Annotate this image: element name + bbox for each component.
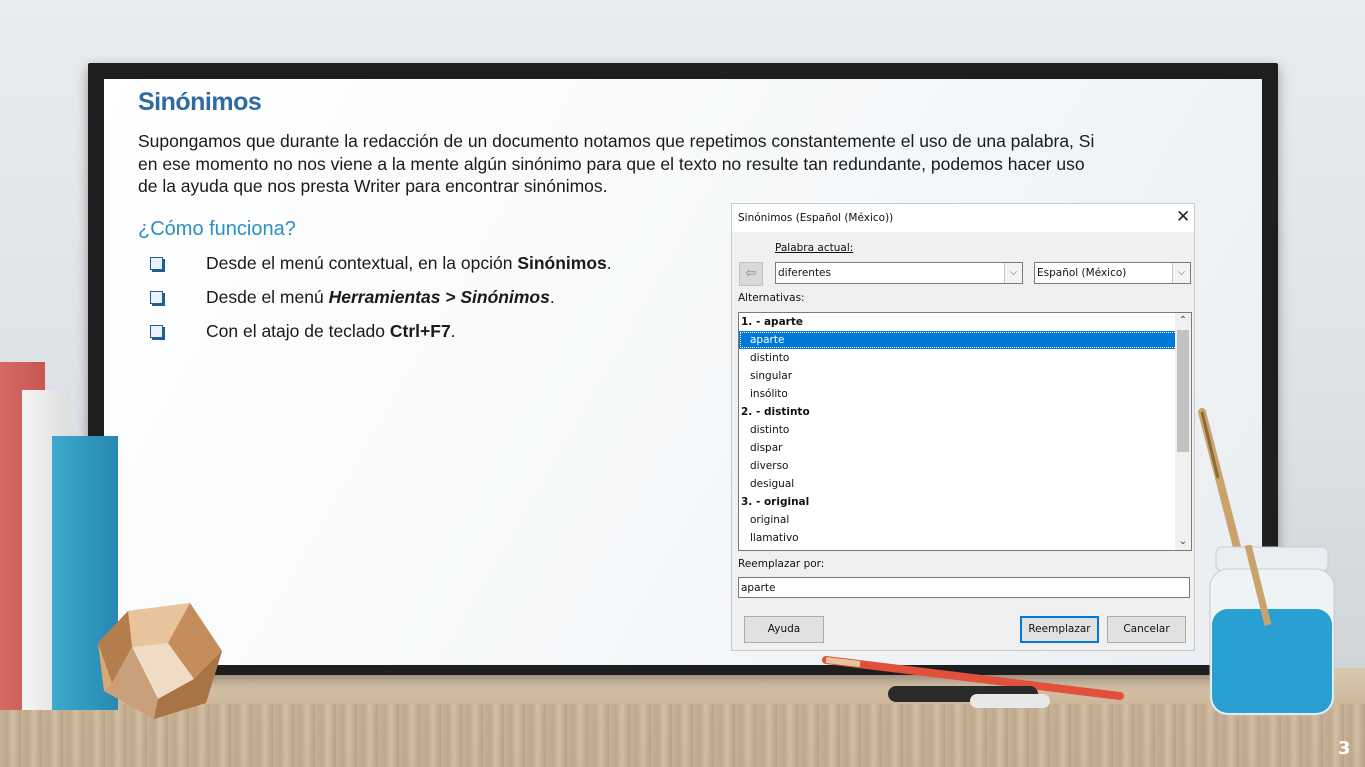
slide-title: Sinónimos [138,88,262,116]
language-value: Español (México) [1037,267,1127,279]
alternatives-label: Alternativas: [738,292,805,304]
pencils-decoration [822,656,1124,708]
thesaurus-dialog: Sinónimos (Español (México)) ✕ Palabra a… [731,203,1195,651]
checkbox-bullet-icon [150,325,163,338]
list-item-selected[interactable]: aparte [739,331,1184,349]
chevron-down-icon[interactable]: ⌵ [1172,263,1190,283]
vertical-scrollbar[interactable]: ⌃ ⌄ [1175,313,1191,550]
replace-with-label: Reemplazar por: [738,558,825,570]
list-item[interactable]: diverso [739,457,1184,475]
current-word-combobox[interactable]: diferentes ⌵ [775,262,1023,284]
list-group-header[interactable]: 1. - aparte [739,313,1175,331]
water-jar-decoration [1209,545,1335,716]
bullet-text: Con el atajo de teclado Ctrl+F7. [206,321,456,341]
list-item[interactable]: original [739,511,1184,529]
list-group-header[interactable]: 2. - distinto [739,403,1175,421]
replace-button[interactable]: Reemplazar [1020,616,1099,643]
checkbox-bullet-icon [150,257,163,270]
chevron-down-icon[interactable]: ⌄ [1175,534,1191,550]
intro-paragraph: Supongamos que durante la redacción de u… [138,131,1095,196]
help-button[interactable]: Ayuda [744,616,824,643]
alternatives-list[interactable]: 1. - aparte aparte distinto singular ins… [738,312,1192,551]
list-item[interactable]: dispar [739,439,1184,457]
bullet-text: Desde el menú Herramientas > Sinónimos. [206,287,555,307]
chevron-down-icon[interactable]: ⌵ [1004,263,1022,283]
current-word-label: Palabra actual: [775,242,854,254]
dialog-title: Sinónimos (Español (México)) [738,212,894,224]
cancel-button[interactable]: Cancelar [1107,616,1186,643]
list-item[interactable]: distinto [739,349,1184,367]
bullet-text: Desde el menú contextual, en la opción S… [206,253,612,273]
list-item[interactable]: distinto [739,421,1184,439]
list-item[interactable]: insólito [739,385,1184,403]
current-word-value: diferentes [778,267,831,279]
page-number: 3 [1338,738,1351,759]
list-item[interactable]: llamativo [739,529,1184,547]
list-item[interactable]: singular [739,367,1184,385]
chevron-up-icon[interactable]: ⌃ [1175,313,1191,329]
back-arrow-icon[interactable]: ⇦ [739,262,763,286]
wooden-polyhedron-decoration [98,603,222,719]
dialog-titlebar: Sinónimos (Español (México)) ✕ [732,204,1194,232]
language-select[interactable]: Español (México) ⌵ [1034,262,1191,284]
how-it-works-heading: ¿Cómo funciona? [138,218,296,240]
close-icon[interactable]: ✕ [1176,207,1190,227]
list-item[interactable]: desigual [739,475,1184,493]
replace-with-value: aparte [741,582,776,594]
replace-with-input[interactable]: aparte [738,577,1190,598]
list-group-header[interactable]: 3. - original [739,493,1175,511]
checkbox-bullet-icon [150,291,163,304]
scrollbar-thumb[interactable] [1177,330,1189,452]
